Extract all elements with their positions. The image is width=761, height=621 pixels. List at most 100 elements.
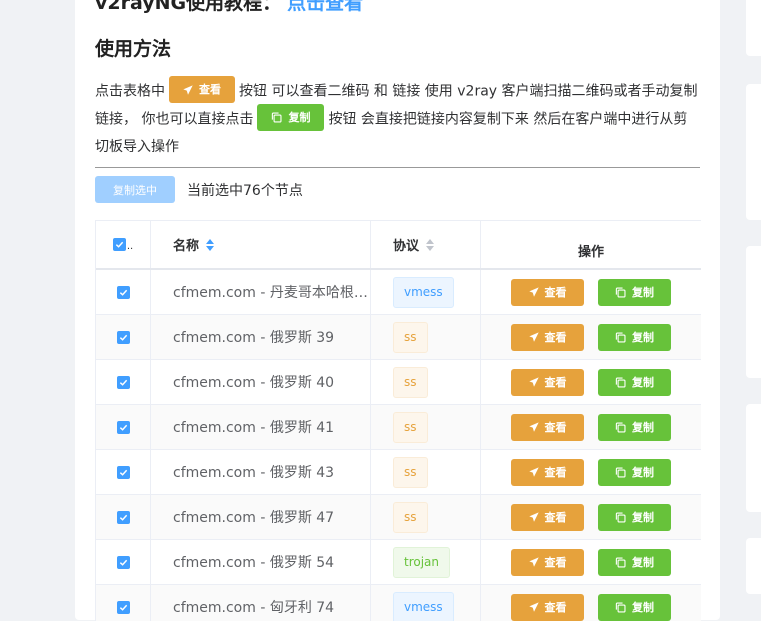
- table-row: cfmem.com - 俄罗斯 43ss查看复制: [96, 450, 701, 495]
- tutorial-link[interactable]: 点击查看: [287, 0, 363, 14]
- view-button[interactable]: 查看: [511, 369, 584, 396]
- view-button[interactable]: 查看: [511, 279, 584, 306]
- copy-button[interactable]: 复制: [598, 414, 671, 441]
- copy-icon: [271, 112, 282, 123]
- row-protocol-cell: ss: [371, 495, 481, 539]
- select-all-checkbox[interactable]: [113, 238, 126, 251]
- example-view-button[interactable]: 查看: [169, 76, 235, 103]
- copy-button[interactable]: 复制: [598, 369, 671, 396]
- side-card-3: [746, 246, 761, 378]
- sort-caret-icon[interactable]: [426, 239, 434, 251]
- row-checkbox[interactable]: [117, 421, 130, 434]
- usage-description: 点击表格中查看按钮 可以查看二维码 和 链接 使用 v2ray 客户端扫描二维码…: [95, 78, 700, 162]
- copy-button[interactable]: 复制: [598, 594, 671, 621]
- row-name-cell: cfmem.com - 俄罗斯 47: [151, 495, 371, 539]
- copy-button[interactable]: 复制: [598, 459, 671, 486]
- row-name-cell: cfmem.com - 俄罗斯 41: [151, 405, 371, 449]
- view-label: 查看: [545, 419, 567, 435]
- copy-button[interactable]: 复制: [598, 504, 671, 531]
- copy-label: 复制: [632, 419, 654, 435]
- row-protocol-cell: ss: [371, 450, 481, 494]
- view-button[interactable]: 查看: [511, 324, 584, 351]
- row-checkbox[interactable]: [117, 466, 130, 479]
- divider: [95, 167, 700, 168]
- view-button[interactable]: 查看: [511, 594, 584, 621]
- row-checkbox[interactable]: [117, 511, 130, 524]
- view-button[interactable]: 查看: [511, 504, 584, 531]
- copy-button[interactable]: 复制: [598, 324, 671, 351]
- node-table: .. 名称 协议 操作 cfmem.com - 丹麦哥本哈根Digital Oc…: [95, 220, 701, 621]
- copy-button[interactable]: 复制: [598, 549, 671, 576]
- select-ellipsis: ..: [127, 241, 133, 252]
- row-checkbox[interactable]: [117, 376, 130, 389]
- check-icon: [119, 513, 128, 522]
- check-icon: [115, 240, 124, 249]
- copy-label: 复制: [632, 554, 654, 570]
- protocol-tag: vmess: [393, 277, 454, 308]
- example-copy-label: 复制: [288, 104, 310, 132]
- side-card-2: [746, 84, 761, 220]
- paper-plane-icon: [529, 332, 539, 342]
- view-button[interactable]: 查看: [511, 414, 584, 441]
- table-row: cfmem.com - 匈牙利 74 vmess 查看 复制: [96, 585, 701, 621]
- paper-plane-icon: [529, 467, 539, 477]
- table-row: cfmem.com - 丹麦哥本哈根Digital Ocean vmess 查看 复制: [96, 270, 701, 315]
- view-label: 查看: [545, 329, 567, 345]
- row-name-cell: cfmem.com - 俄罗斯 39: [151, 315, 371, 359]
- table-row: cfmem.com - 俄罗斯 54 trojan 查看 复制: [96, 540, 701, 585]
- view-label: 查看: [545, 284, 567, 300]
- view-button[interactable]: 查看: [511, 549, 584, 576]
- row-checkbox[interactable]: [117, 601, 130, 614]
- row-select-cell: [96, 360, 151, 404]
- row-checkbox[interactable]: [117, 286, 130, 299]
- side-card-4: [746, 404, 761, 512]
- selected-count: 当前选中76个节点: [187, 180, 303, 200]
- node-name: cfmem.com - 俄罗斯 40: [173, 372, 334, 392]
- view-button[interactable]: 查看: [511, 459, 584, 486]
- protocol-tag: vmess: [393, 592, 454, 621]
- row-select-cell: [96, 585, 151, 621]
- node-name: cfmem.com - 俄罗斯 54: [173, 552, 334, 572]
- table-row: cfmem.com - 俄罗斯 39 ss 查看 复制: [96, 315, 701, 360]
- description-part1: 点击表格中: [95, 84, 165, 100]
- sort-caret-icon[interactable]: [206, 239, 214, 251]
- row-protocol-cell: trojan: [371, 540, 481, 584]
- row-actions-cell: 查看 复制: [481, 315, 701, 359]
- row-checkbox[interactable]: [117, 331, 130, 344]
- copy-label: 复制: [632, 374, 654, 390]
- node-name: cfmem.com - 丹麦哥本哈根Digital Ocean: [173, 282, 369, 302]
- header-name-cell[interactable]: 名称: [151, 221, 371, 268]
- copy-selected-button[interactable]: 复制选中: [95, 176, 175, 203]
- row-select-cell: [96, 315, 151, 359]
- protocol-tag: ss: [393, 322, 428, 353]
- copy-icon: [615, 287, 626, 298]
- copy-icon: [615, 557, 626, 568]
- side-card-5: [746, 538, 761, 594]
- side-card-1: [746, 0, 761, 56]
- check-icon: [119, 603, 128, 612]
- row-protocol-cell: ss: [371, 360, 481, 404]
- row-checkbox[interactable]: [117, 556, 130, 569]
- copy-button[interactable]: 复制: [598, 279, 671, 306]
- paper-plane-icon: [529, 557, 539, 567]
- copy-label: 复制: [632, 284, 654, 300]
- table-row: cfmem.com - 俄罗斯 40 ss 查看 复制: [96, 360, 701, 405]
- row-select-cell: [96, 270, 151, 314]
- row-protocol-cell: vmess: [371, 270, 481, 314]
- tutorial-heading: v2rayNG使用教程： 点击查看: [95, 0, 363, 15]
- node-name: cfmem.com - 匈牙利 74: [173, 597, 334, 617]
- view-label: 查看: [545, 509, 567, 525]
- node-name: cfmem.com - 俄罗斯 47: [173, 507, 334, 527]
- node-name: cfmem.com - 俄罗斯 41: [173, 417, 334, 437]
- header-actions: 操作: [578, 241, 604, 260]
- header-protocol-cell[interactable]: 协议: [371, 221, 481, 268]
- example-copy-button[interactable]: 复制: [257, 104, 324, 131]
- header-actions-cell: 操作: [481, 221, 701, 268]
- protocol-tag: ss: [393, 457, 428, 488]
- paper-plane-icon: [183, 85, 193, 95]
- copy-icon: [615, 512, 626, 523]
- row-actions-cell: 查看 复制: [481, 540, 701, 584]
- tutorial-title: v2rayNG使用教程：: [95, 0, 281, 14]
- copy-label: 复制: [632, 464, 654, 480]
- view-label: 查看: [545, 599, 567, 615]
